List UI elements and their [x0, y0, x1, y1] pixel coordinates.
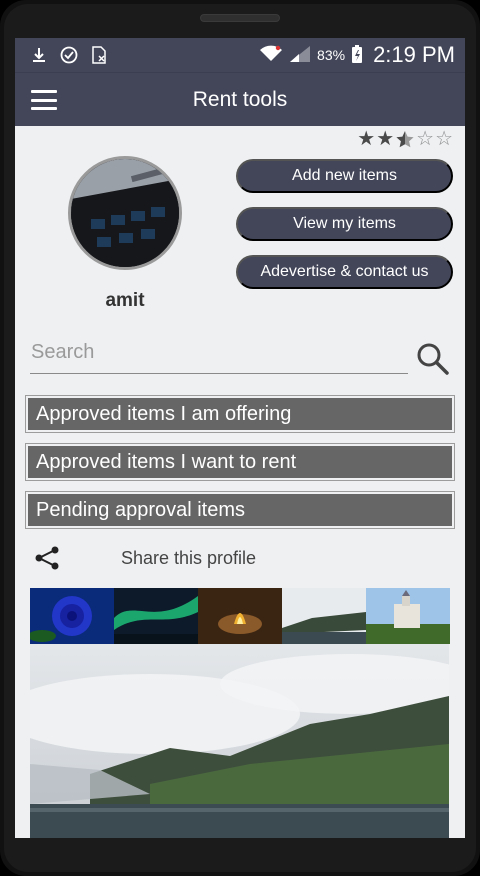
battery-percent: 83%	[317, 47, 346, 63]
share-icon	[33, 544, 61, 572]
status-bar: 83% 2:19 PM	[15, 38, 465, 72]
pending-approval-label: Pending approval items	[28, 494, 452, 526]
username: amit	[105, 290, 145, 311]
add-new-items-button[interactable]: Add new items	[236, 159, 453, 193]
thumbnail-blue-rose[interactable]	[28, 588, 114, 644]
share-profile-row[interactable]: Share this profile	[33, 544, 256, 572]
download-icon	[29, 45, 49, 65]
star-half-icon	[395, 130, 415, 151]
pending-approval-bar[interactable]: Pending approval items	[25, 491, 455, 529]
star-full-icon: ★	[376, 128, 395, 150]
offering-items-bar[interactable]: Approved items I am offering	[25, 395, 455, 433]
clock: 2:19 PM	[373, 42, 455, 67]
thumbnail-castle[interactable]	[366, 588, 450, 644]
advertise-contact-button[interactable]: Adevertise & contact us	[236, 255, 453, 289]
thumbnail-misty-lake[interactable]	[282, 588, 366, 644]
rating-stars: ★ ★ ☆ ☆	[357, 128, 453, 151]
battery-charging-icon	[351, 44, 363, 67]
gallery-hero-image[interactable]	[30, 644, 449, 838]
app-title: Rent tools	[192, 87, 288, 111]
speaker-grille	[200, 14, 280, 22]
star-empty-icon: ☆	[416, 128, 435, 150]
search-field	[30, 332, 408, 374]
share-profile-label: Share this profile	[121, 547, 257, 568]
check-circle-icon	[59, 45, 79, 65]
signal-icon	[289, 45, 311, 66]
avatar[interactable]	[68, 156, 182, 270]
app-screen: 83% 2:19 PM Rent tools ★ ★ ☆ ☆ amit Add …	[15, 38, 465, 838]
star-full-icon: ★	[357, 128, 376, 150]
want-to-rent-bar[interactable]: Approved items I want to rent	[25, 443, 455, 481]
app-bar: Rent tools	[15, 72, 465, 126]
star-empty-icon: ☆	[435, 128, 453, 150]
menu-icon[interactable]	[31, 90, 57, 110]
thumbnail-aurora[interactable]	[114, 588, 198, 644]
gallery-thumbnails	[28, 588, 450, 644]
thumbnail-campfire[interactable]	[198, 588, 282, 644]
offering-items-label: Approved items I am offering	[28, 398, 452, 430]
view-my-items-button[interactable]: View my items	[236, 207, 453, 241]
phone-frame: 83% 2:19 PM Rent tools ★ ★ ☆ ☆ amit Add …	[0, 0, 480, 876]
search-icon[interactable]	[415, 341, 451, 377]
file-x-icon	[89, 45, 109, 65]
wifi-icon	[259, 45, 283, 66]
search-input[interactable]	[30, 332, 408, 372]
want-to-rent-label: Approved items I want to rent	[28, 446, 452, 478]
